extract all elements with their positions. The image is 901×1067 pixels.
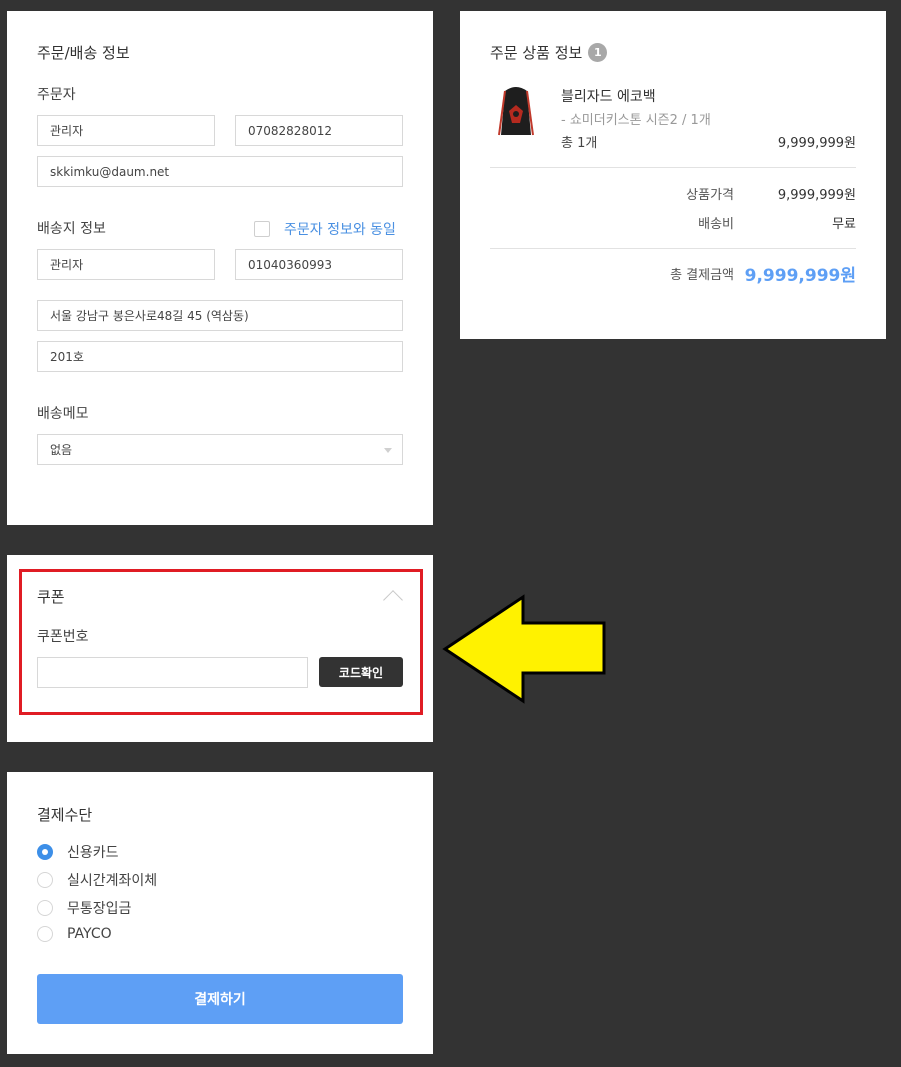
order-shipping-card: 주문/배송 정보 주문자 관리자 07082828012 skkimku@dau…	[7, 11, 433, 525]
address-input[interactable]: 서울 강남구 봉은사로48길 45 (역삼동)	[37, 300, 403, 331]
payment-method-payco[interactable]: PAYCO	[37, 926, 112, 942]
shipping-fee-value: 무료	[832, 217, 856, 232]
pay-button[interactable]: 결제하기	[37, 974, 403, 1024]
radio-icon[interactable]	[37, 926, 53, 942]
payment-card: 결제수단 신용카드 실시간계좌이체 무통장입금 PAYCO 결제하기	[7, 772, 433, 1054]
radio-checked-icon[interactable]	[37, 844, 53, 860]
coupon-section-title: 쿠폰	[37, 588, 65, 606]
orderer-label: 주문자	[37, 87, 76, 103]
product-option: - 쇼미더키스톤 시즌2 / 1개	[561, 113, 711, 128]
payment-method-deposit[interactable]: 무통장입금	[37, 898, 131, 918]
same-as-orderer-checkbox[interactable]	[254, 221, 270, 237]
payment-method-label: PAYCO	[67, 926, 112, 942]
payment-method-transfer[interactable]: 실시간계좌이체	[37, 870, 157, 890]
summary-divider	[490, 167, 856, 168]
memo-label: 배송메모	[37, 406, 89, 422]
chevron-down-icon	[384, 448, 392, 453]
total-value: 9,999,999원	[744, 266, 856, 286]
address-detail-input[interactable]: 201호	[37, 341, 403, 372]
payment-method-label: 신용카드	[67, 845, 119, 861]
coupon-code-input[interactable]	[37, 657, 308, 688]
coupon-code-label: 쿠폰번호	[37, 629, 89, 645]
shipping-name-input[interactable]: 관리자	[37, 249, 215, 280]
payment-section-title: 결제수단	[37, 806, 93, 824]
payment-method-label: 실시간계좌이체	[67, 873, 158, 889]
product-price: 9,999,999원	[777, 136, 856, 151]
summary-divider	[490, 248, 856, 249]
order-section-title: 주문/배송 정보	[37, 44, 130, 62]
orderer-phone-input[interactable]: 07082828012	[235, 115, 403, 146]
memo-select[interactable]: 없음	[37, 434, 403, 465]
product-quantity: 총 1개	[561, 136, 598, 151]
payment-method-label: 무통장입금	[67, 901, 132, 917]
shipping-info-label: 배송지 정보	[37, 221, 106, 237]
same-as-orderer-label[interactable]: 주문자 정보와 동일	[284, 219, 396, 239]
price-value: 9,999,999원	[777, 188, 856, 203]
product-name[interactable]: 블리자드 에코백	[561, 86, 656, 106]
shipping-phone-input[interactable]: 01040360993	[235, 249, 403, 280]
radio-icon[interactable]	[37, 900, 53, 916]
radio-icon[interactable]	[37, 872, 53, 888]
coupon-card: 쿠폰 쿠폰번호 코드확인	[7, 555, 433, 742]
code-check-button[interactable]: 코드확인	[319, 657, 403, 687]
summary-title-text: 주문 상품 정보	[490, 44, 583, 62]
product-thumbnail[interactable]	[496, 83, 536, 141]
summary-section-title: 주문 상품 정보 1	[490, 42, 608, 63]
orderer-name-input[interactable]: 관리자	[37, 115, 215, 146]
payment-method-card[interactable]: 신용카드	[37, 842, 119, 862]
item-count-badge: 1	[588, 43, 608, 62]
orderer-email-input[interactable]: skkimku@daum.net	[37, 156, 403, 187]
order-summary-card: 주문 상품 정보 1 블리자드 에코백 - 쇼미더키스톤 시즌2 / 1개 총 1…	[460, 11, 886, 339]
pointer-arrow-icon	[442, 594, 606, 704]
memo-select-value: 없음	[50, 443, 73, 457]
